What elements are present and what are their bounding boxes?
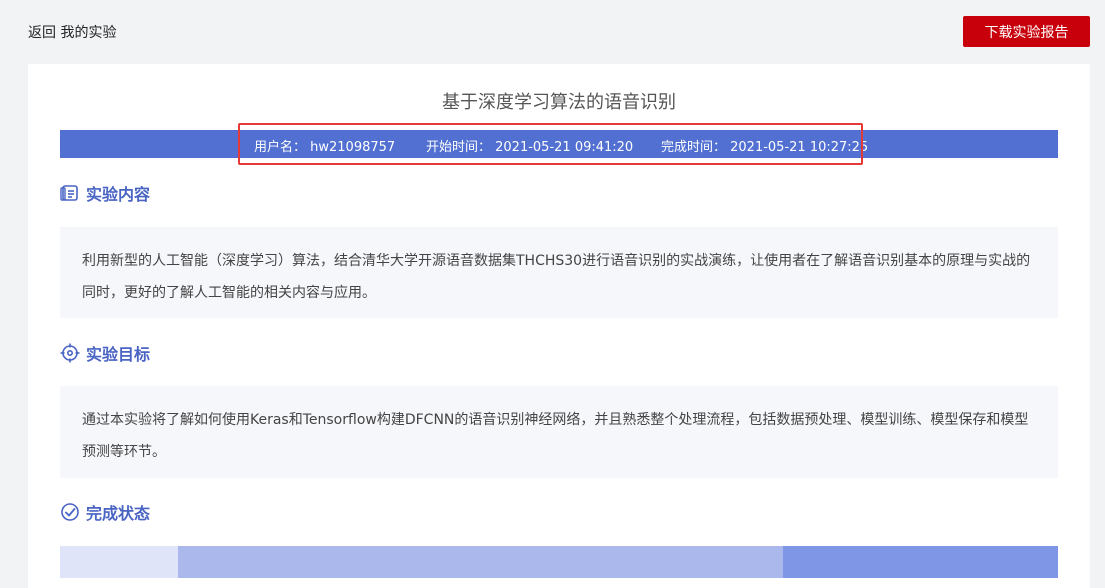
download-report-button[interactable]: 下载实验报告	[963, 16, 1090, 47]
content-section-text: 利用新型的人工智能（深度学习）算法，结合清华大学开源语音数据集THCHS30进行…	[82, 253, 1031, 301]
target-icon	[60, 343, 80, 363]
goal-section-body: 通过本实验将了解如何使用Keras和Tensorflow构建DFCNN的语音识别…	[60, 386, 1058, 478]
completion-progress-bar	[60, 546, 1058, 578]
goal-section-heading: 实验目标	[60, 341, 150, 365]
goal-section-text: 通过本实验将了解如何使用Keras和Tensorflow构建DFCNN的语音识别…	[82, 412, 1029, 460]
content-section-heading: 实验内容	[60, 181, 150, 205]
content-section-title: 实验内容	[86, 185, 151, 204]
document-icon	[60, 185, 78, 201]
top-bar: 返回 我的实验 下载实验报告	[0, 0, 1105, 64]
report-card: 基于深度学习算法的语音识别 用户名： hw21098757 开始时间： 2021…	[28, 64, 1090, 588]
content-section-body: 利用新型的人工智能（深度学习）算法，结合清华大学开源语音数据集THCHS30进行…	[60, 227, 1058, 318]
progress-segment-2	[178, 546, 783, 578]
status-section-heading: 完成状态	[60, 500, 150, 524]
progress-segment-3	[783, 546, 1058, 578]
check-circle-icon	[61, 503, 79, 521]
back-to-my-experiments-link[interactable]: 返回 我的实验	[28, 22, 116, 42]
report-title: 基于深度学习算法的语音识别	[442, 92, 676, 113]
progress-segment-1	[60, 546, 178, 578]
status-section-title: 完成状态	[86, 504, 151, 523]
info-highlight-box	[238, 123, 863, 165]
goal-section-title: 实验目标	[86, 345, 151, 364]
